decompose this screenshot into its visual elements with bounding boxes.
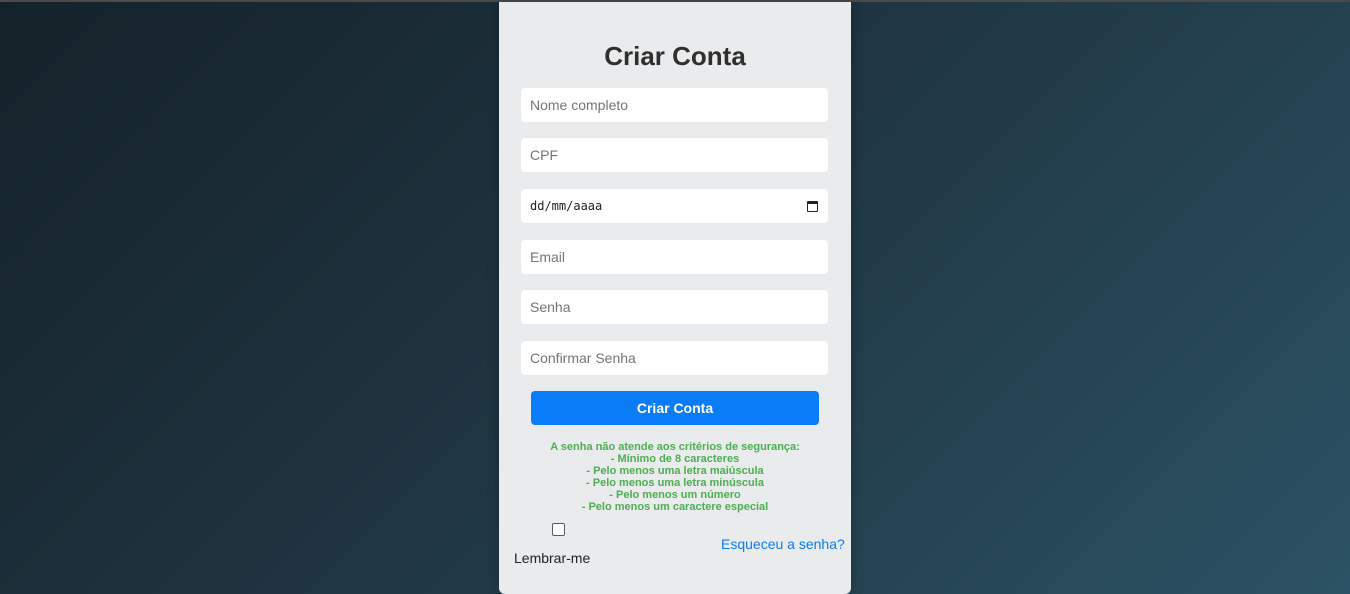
password-criteria-line: - Mínimo de 8 caracteres bbox=[610, 453, 740, 465]
birthdate-input[interactable]: dd/mm/aaaa bbox=[521, 189, 828, 223]
password-criteria-line: - Pelo menos uma letra minúscula bbox=[586, 477, 764, 489]
confirm-password-input[interactable]: Confirmar Senha bbox=[521, 341, 828, 375]
password-criteria-line: - Pelo menos um caractere especial bbox=[581, 501, 769, 513]
remember-me-checkbox[interactable] bbox=[552, 523, 565, 536]
password-criteria-line: A senha não atende aos critérios de segu… bbox=[550, 441, 800, 453]
calendar-icon[interactable] bbox=[807, 200, 818, 212]
signup-card: Criar Conta Nome completo CPF dd/mm/aaaa… bbox=[499, 2, 851, 594]
password-criteria-line: - Pelo menos uma letra maiúscula bbox=[586, 465, 764, 477]
birthdate-placeholder: dd/mm/aaaa bbox=[530, 199, 603, 213]
password-criteria-message: A senha não atende aos critérios de segu… bbox=[499, 441, 851, 513]
cpf-input[interactable]: CPF bbox=[521, 138, 828, 172]
page-title: Criar Conta bbox=[604, 41, 746, 71]
email-input[interactable]: Email bbox=[521, 240, 828, 274]
remember-me-label: Lembrar-me bbox=[514, 550, 591, 566]
forgot-password-link[interactable]: Esqueceu a senha? bbox=[721, 536, 845, 552]
create-account-button[interactable]: Criar Conta bbox=[531, 391, 819, 425]
password-input[interactable]: Senha bbox=[521, 290, 828, 324]
full-name-input[interactable]: Nome completo bbox=[521, 88, 828, 122]
password-criteria-line: - Pelo menos um número bbox=[609, 489, 741, 501]
